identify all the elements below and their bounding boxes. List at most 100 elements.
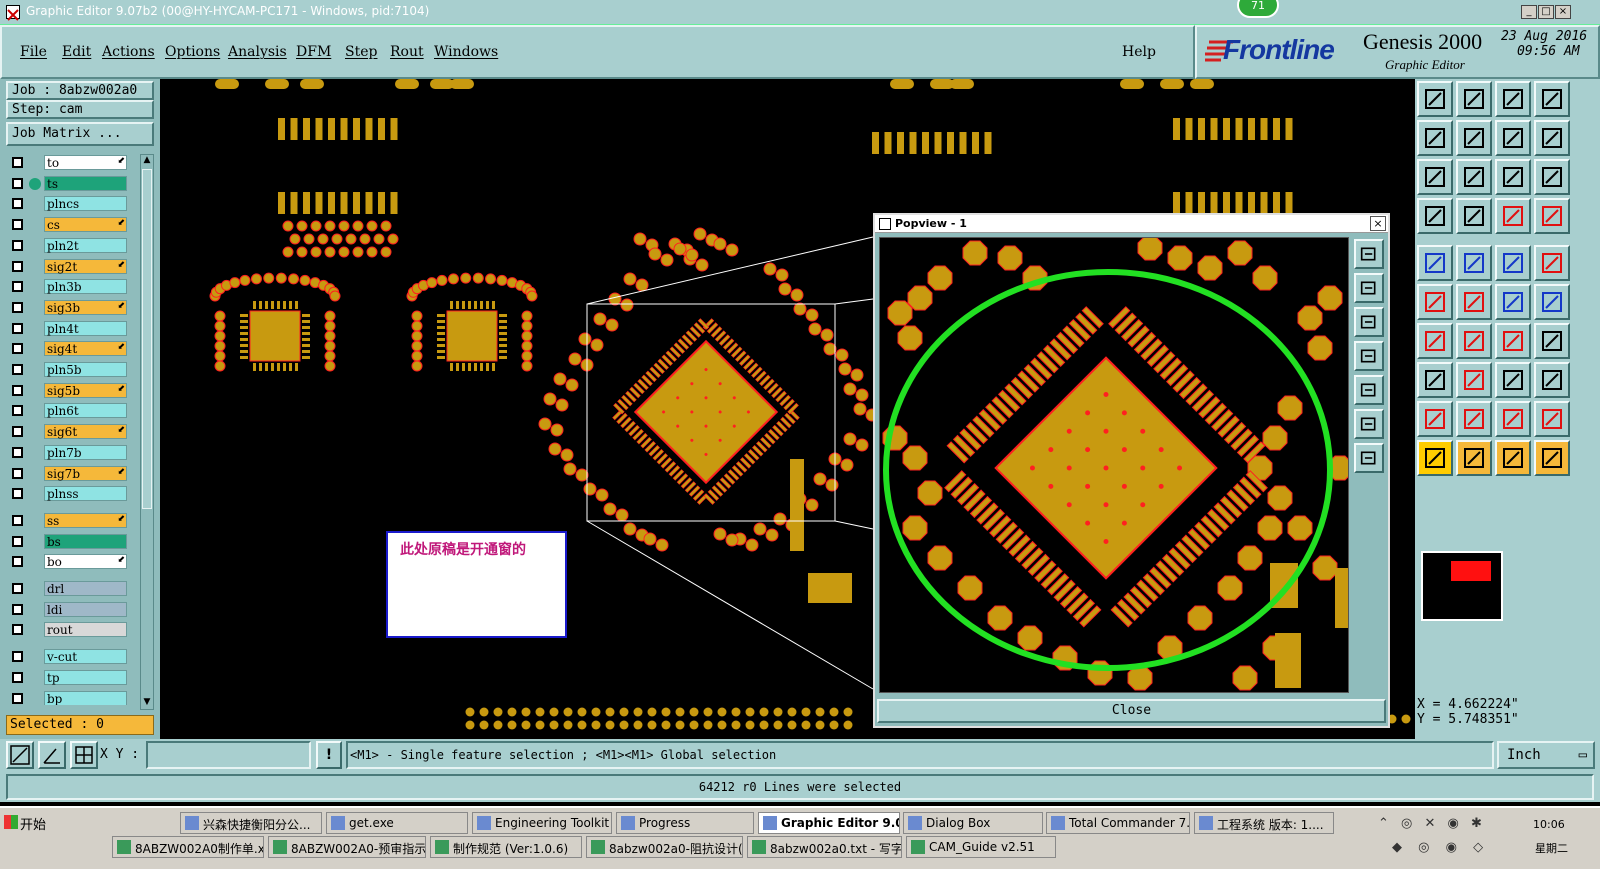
xy-input[interactable]	[146, 741, 311, 769]
menu-edit[interactable]: Edit	[62, 44, 91, 60]
menu-step[interactable]: Step	[345, 44, 377, 60]
layer-checkbox[interactable]	[12, 219, 23, 231]
layer-label[interactable]: ldi	[44, 601, 127, 617]
scroll-up-icon[interactable]: ▲	[142, 155, 152, 167]
layer-checkbox[interactable]	[12, 556, 23, 568]
layer-checkbox[interactable]	[12, 177, 23, 189]
layer-label[interactable]: pln5b	[44, 362, 127, 377]
layer-label[interactable]: plnss	[44, 486, 127, 502]
popview-close-icon[interactable]: ×	[1370, 216, 1386, 231]
task-button[interactable]: 工程系统 版本: 1....	[1194, 812, 1334, 834]
layer-checkbox[interactable]	[12, 301, 23, 313]
task-button[interactable]: Total Commander 7.0 ...	[1046, 812, 1190, 834]
layer-label[interactable]: pln4t	[44, 320, 127, 336]
help-button[interactable]	[1534, 159, 1570, 195]
layer-checkbox[interactable]	[12, 583, 23, 594]
task-button[interactable]: 8abzw002a0-阻抗设计(...	[586, 836, 743, 858]
measure-button[interactable]	[1495, 245, 1531, 281]
mirror-h-button[interactable]	[1417, 362, 1453, 398]
layer-settings-button[interactable]	[1417, 198, 1453, 234]
maximize-button[interactable]: □	[1538, 5, 1554, 19]
layer-label[interactable]: cs	[44, 217, 127, 233]
layer-checkbox[interactable]	[12, 157, 23, 168]
zoom-center-button[interactable]	[1456, 159, 1492, 195]
layer-row-bo[interactable]: bo ⬋	[10, 554, 128, 570]
circle-record-button[interactable]	[1417, 245, 1453, 281]
pointer-c-button[interactable]	[1495, 440, 1531, 476]
task-button[interactable]: Dialog Box	[903, 812, 1043, 834]
layer-row-bs[interactable]: bs	[10, 533, 128, 549]
highlight-a-button[interactable]	[1495, 198, 1531, 234]
layer-checkbox[interactable]	[12, 198, 23, 210]
task-button[interactable]: 8ABZW002A0-预审指示...	[268, 836, 426, 858]
task-button[interactable]: Graphic Editor 9.07...	[758, 812, 900, 834]
layer-label[interactable]: pln6t	[44, 403, 127, 419]
clock-day[interactable]: 星期二	[1535, 840, 1568, 856]
task-button[interactable]: 8ABZW002A0制作单.xls...	[112, 836, 264, 858]
pv-center-button[interactable]	[1354, 409, 1384, 439]
layer-row-ss[interactable]: ss ⬋	[10, 512, 128, 528]
layer-checkbox[interactable]	[12, 467, 23, 479]
save-up-button[interactable]	[1417, 81, 1453, 117]
layer-row-pln2t[interactable]: pln2t	[10, 237, 128, 253]
cut-line-button[interactable]	[1456, 323, 1492, 359]
home-button[interactable]	[1495, 81, 1531, 117]
menu-dfm[interactable]: DFM	[296, 44, 331, 60]
layer-checkbox[interactable]	[12, 281, 23, 293]
load-button[interactable]	[1417, 120, 1453, 156]
layer-label[interactable]: pln7b	[44, 444, 127, 460]
show-all-button[interactable]	[1534, 362, 1570, 398]
layer-label[interactable]: plncs	[44, 196, 127, 212]
pv-pan-button[interactable]	[1354, 307, 1384, 337]
rotate-button[interactable]	[1534, 323, 1570, 359]
layer-label[interactable]: sig4t	[44, 341, 127, 357]
layer-label[interactable]: sig3b	[44, 299, 127, 315]
task-button[interactable]: Engineering Toolkit 9....	[472, 812, 612, 834]
layer-row-sig5b[interactable]: sig5b ⬋	[10, 382, 128, 398]
layer-label[interactable]: bo	[44, 554, 127, 570]
scroll-down-icon[interactable]: ▼	[142, 697, 152, 709]
layer-row-tp[interactable]: tp	[10, 669, 128, 685]
menu-options[interactable]: Options	[165, 44, 220, 60]
close-button[interactable]: ×	[1555, 5, 1571, 19]
layer-row-sig7b[interactable]: sig7b ⬋	[10, 465, 128, 481]
message-button[interactable]: !	[316, 741, 342, 769]
triangle-b-button[interactable]	[1456, 401, 1492, 437]
pointer-a-button[interactable]	[1417, 440, 1453, 476]
layer-row-pln3b[interactable]: pln3b	[10, 279, 128, 295]
layer-row-sig4t[interactable]: sig4t ⬋	[10, 341, 128, 357]
layer-row-to[interactable]: to ⬋	[10, 155, 128, 170]
layer-label[interactable]: bs	[44, 533, 127, 549]
stop-button[interactable]	[1534, 245, 1570, 281]
layer-checkbox[interactable]	[12, 322, 23, 334]
layer-row-cs[interactable]: cs ⬋	[10, 217, 128, 233]
layer-label[interactable]: pln2t	[44, 237, 127, 253]
highlight-b-button[interactable]	[1534, 198, 1570, 234]
scroll-thumb[interactable]	[142, 169, 152, 509]
task-button[interactable]: 兴森快捷衡阳分公...	[180, 812, 322, 834]
layer-label[interactable]: ts	[44, 175, 127, 191]
minimize-button[interactable]: _	[1521, 5, 1537, 19]
snap-cross-button[interactable]	[1456, 284, 1492, 320]
layer-scrollbar[interactable]: ▲ ▼	[140, 154, 154, 710]
layer-row-sig6t[interactable]: sig6t ⬋	[10, 424, 128, 440]
pv-zoom-in-button[interactable]	[1354, 239, 1384, 269]
layer-label[interactable]: rout	[44, 622, 127, 638]
layer-checkbox[interactable]	[12, 405, 23, 417]
layer-checkbox[interactable]	[12, 384, 23, 396]
triangle-a-button[interactable]	[1417, 401, 1453, 437]
save-down-button[interactable]	[1456, 81, 1492, 117]
layer-label[interactable]: sig6t	[44, 424, 127, 440]
layer-row-drl[interactable]: drl	[10, 581, 128, 596]
popview-close-button[interactable]: Close	[877, 699, 1386, 723]
layer-row-pln4t[interactable]: pln4t	[10, 320, 128, 336]
layer-label[interactable]: bp	[44, 690, 127, 705]
layer-checkbox[interactable]	[12, 671, 23, 683]
layer-label[interactable]: tp	[44, 669, 127, 685]
task-button[interactable]: Progress	[616, 812, 754, 834]
task-button[interactable]: CAM_Guide v2.51	[906, 836, 1056, 858]
grid-button[interactable]	[70, 741, 98, 769]
snap-point-button[interactable]	[1495, 284, 1531, 320]
menu-rout[interactable]: Rout	[390, 44, 424, 60]
layer-checkbox[interactable]	[12, 514, 23, 526]
